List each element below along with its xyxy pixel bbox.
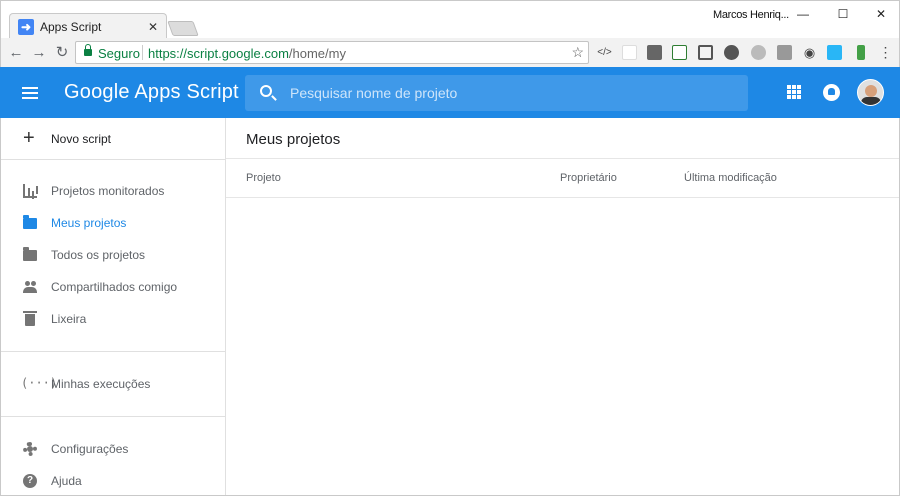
url-divider <box>142 45 143 60</box>
title-divider <box>226 158 899 159</box>
people-icon <box>23 280 37 294</box>
gear-icon <box>23 442 37 456</box>
sidebar-item-label: Todos os projetos <box>51 248 146 262</box>
pdf-icon[interactable] <box>777 45 792 60</box>
close-window-button[interactable]: ✕ <box>866 5 896 23</box>
sidebar-item-label: Configurações <box>51 442 129 456</box>
browser-profile-name[interactable]: Marcos Henriq... <box>713 9 789 21</box>
sidebar-item-label: Lixeira <box>51 312 87 326</box>
folder-icon <box>23 215 37 229</box>
main-content: Meus projetos Projeto Proprietário Últim… <box>226 118 900 496</box>
sidebar-item-label: Ajuda <box>51 474 82 488</box>
browser-tab[interactable]: ➜ Apps Script ✕ <box>9 13 167 40</box>
lock-icon <box>84 44 92 56</box>
code-icon[interactable]: </> <box>597 45 612 60</box>
new-script-button[interactable]: + Novo script <box>1 118 226 159</box>
browser-titlebar: ➜ Apps Script ✕ Marcos Henriq... — ☐ ✕ <box>0 0 900 40</box>
bookmark-star-icon[interactable]: ☆ <box>571 44 584 61</box>
app-title[interactable]: Google Apps Script <box>64 81 239 104</box>
menu-dots-icon[interactable]: ⋮ <box>878 45 893 60</box>
note-icon[interactable] <box>647 45 662 60</box>
main-menu-icon[interactable] <box>22 87 38 99</box>
sidebar-item-all-projects[interactable]: Todos os projetos <box>1 239 226 271</box>
battery-icon[interactable] <box>857 45 865 60</box>
url-text[interactable]: https://script.google.com/home/my <box>148 46 346 61</box>
sidebar-item-trash[interactable]: Lixeira <box>1 303 226 335</box>
forward-button[interactable]: → <box>29 43 49 63</box>
sidebar-item-shared-with-me[interactable]: Compartilhados comigo <box>1 271 226 303</box>
tab-title: Apps Script <box>40 20 102 34</box>
avatar[interactable] <box>857 79 884 106</box>
browser-toolbar: ← → ↻ Seguro https://script.google.com/h… <box>0 38 900 67</box>
security-label: Seguro <box>98 46 140 61</box>
monitoring-icon <box>23 184 37 198</box>
plus-icon: + <box>23 127 35 149</box>
eye-icon[interactable]: ◉ <box>802 45 817 60</box>
column-header-owner[interactable]: Proprietário <box>560 172 617 184</box>
tab-close-icon[interactable]: ✕ <box>148 19 158 35</box>
trash-icon <box>23 311 37 326</box>
fullscreen-icon[interactable] <box>698 45 713 60</box>
minimize-button[interactable]: — <box>788 5 818 23</box>
search-bar[interactable] <box>245 75 748 111</box>
sidebar-item-label: Meus projetos <box>51 216 127 230</box>
sidebar-divider <box>1 416 226 417</box>
sidebar-item-monitored-projects[interactable]: Projetos monitorados <box>1 175 226 207</box>
sidebar-item-my-executions[interactable]: (···) Minhas execuções <box>1 368 226 400</box>
search-input[interactable] <box>290 75 730 111</box>
google-apps-icon[interactable] <box>787 85 801 99</box>
apps-script-favicon-icon: ➜ <box>18 19 34 35</box>
ext-icon[interactable] <box>751 45 766 60</box>
gear-ext-icon[interactable] <box>724 45 739 60</box>
app-header: Google Apps Script <box>0 67 900 118</box>
sidebar-item-my-projects[interactable]: Meus projetos <box>1 207 226 239</box>
back-button[interactable]: ← <box>6 43 26 63</box>
url-host: https://script.google.com <box>148 46 289 61</box>
sidebar-item-label: Minhas execuções <box>51 377 151 391</box>
sidebar-item-help[interactable]: ? Ajuda <box>1 465 226 496</box>
sheets-icon[interactable] <box>672 45 687 60</box>
sidebar-item-label: Projetos monitorados <box>51 184 165 198</box>
sidebar: + Novo script Projetos monitorados Meus … <box>0 118 226 496</box>
sidebar-item-settings[interactable]: Configurações <box>1 433 226 465</box>
new-tab-button[interactable] <box>167 21 199 36</box>
page-icon[interactable] <box>622 45 637 60</box>
maximize-button[interactable]: ☐ <box>828 5 858 23</box>
sidebar-divider <box>1 159 226 160</box>
new-script-label: Novo script <box>51 132 112 146</box>
notifications-icon[interactable] <box>823 84 840 101</box>
sidebar-item-label: Compartilhados comigo <box>51 280 178 294</box>
column-header-last-modified[interactable]: Última modificação <box>684 172 777 184</box>
column-header-project[interactable]: Projeto <box>246 172 281 184</box>
reload-button[interactable]: ↻ <box>52 43 72 63</box>
folder-icon <box>23 247 37 261</box>
table-header-divider <box>226 197 899 198</box>
plus-ext-icon[interactable] <box>827 45 842 60</box>
sidebar-divider <box>1 351 226 352</box>
url-path: /home/my <box>288 46 346 61</box>
address-bar[interactable]: Seguro https://script.google.com/home/my… <box>75 41 589 64</box>
help-icon: ? <box>23 474 37 488</box>
search-icon[interactable] <box>260 85 272 97</box>
page-title: Meus projetos <box>246 131 341 148</box>
